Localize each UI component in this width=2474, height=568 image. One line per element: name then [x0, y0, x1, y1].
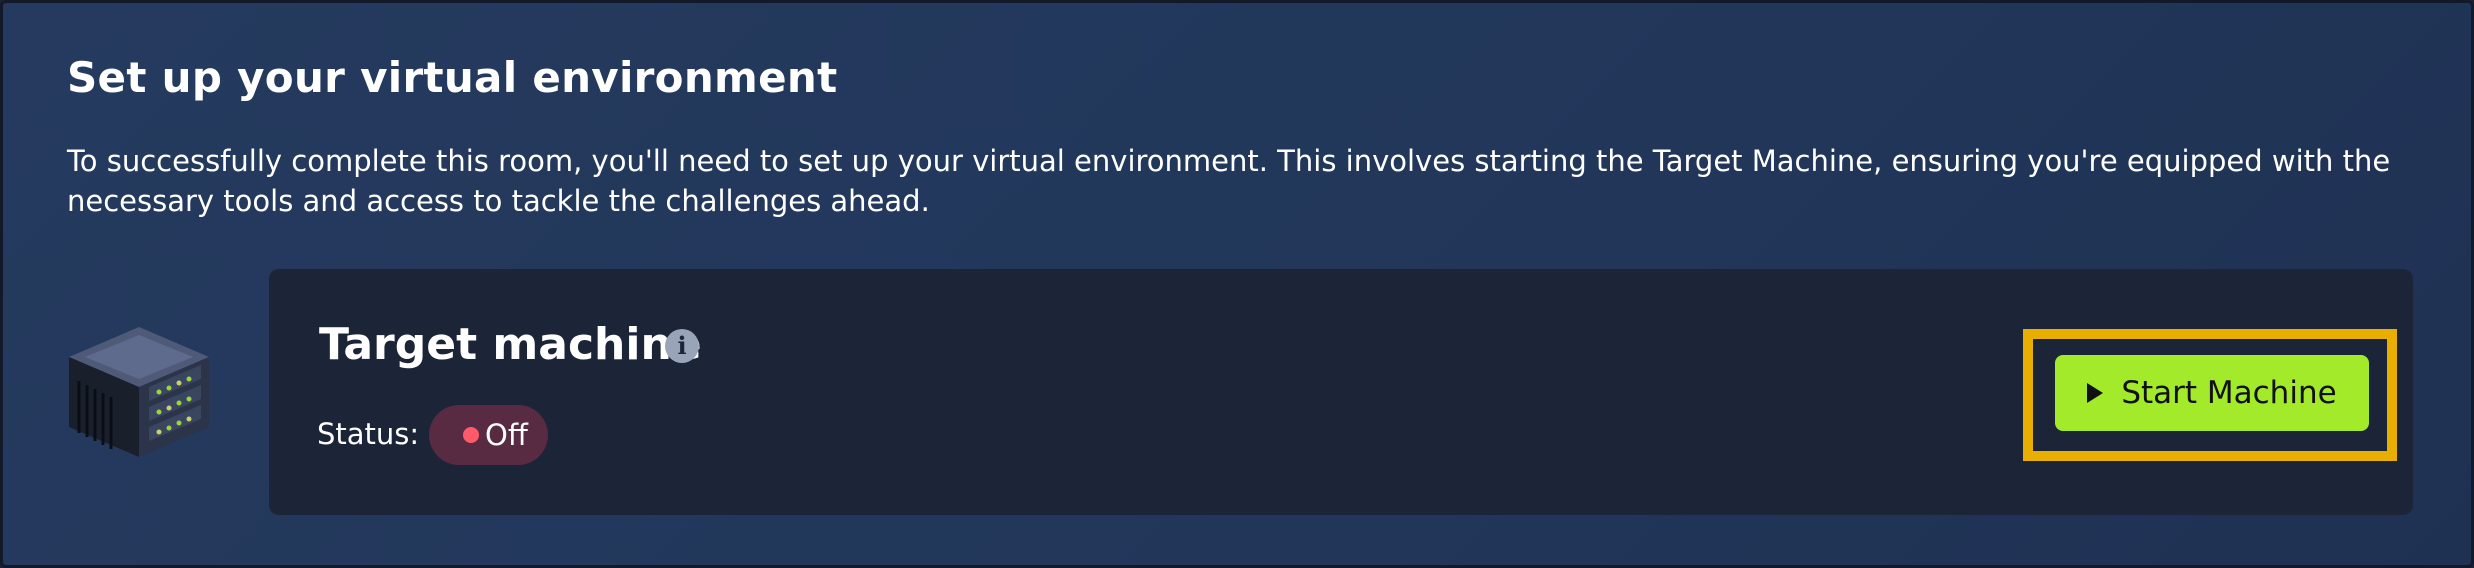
play-icon: [2087, 383, 2104, 403]
start-machine-button[interactable]: Start Machine: [2055, 355, 2369, 431]
section-title: Set up your virtual environment: [67, 53, 838, 102]
status-label: Status:: [317, 417, 420, 451]
setup-environment-panel: Set up your virtual environment To succe…: [0, 0, 2474, 568]
section-description: To successfully complete this room, you'…: [67, 144, 2391, 218]
status-value: Off: [485, 418, 528, 452]
target-machine-card: Target machine i Status: Off Start Machi…: [269, 269, 2413, 515]
server-icon: [69, 327, 209, 457]
machine-title: Target machine: [319, 319, 702, 370]
status-dot-icon: [463, 427, 479, 443]
start-machine-label: Start Machine: [2121, 375, 2337, 411]
info-icon[interactable]: i: [665, 329, 699, 363]
status-badge: Off: [429, 405, 548, 465]
